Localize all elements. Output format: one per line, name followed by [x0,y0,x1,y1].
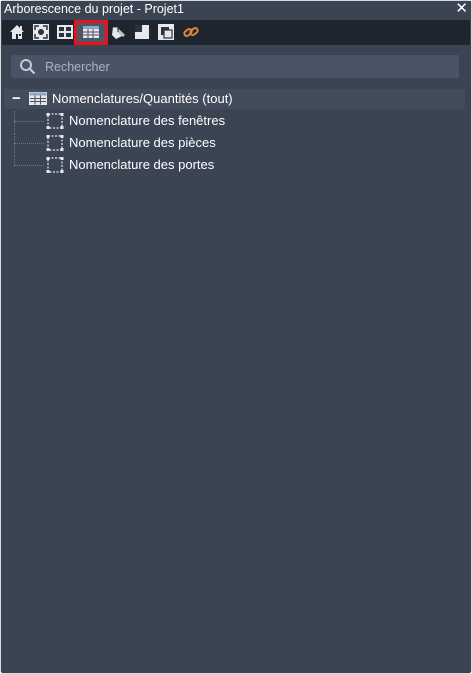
close-icon[interactable]: ✕ [455,0,468,18]
schedule-item-icon [46,135,64,151]
tree-item-rooms-schedule[interactable]: Nomenclature des pièces [1,133,461,153]
collapse-toggle[interactable]: − [12,90,21,107]
group-icon[interactable] [157,23,175,41]
eraser-icon[interactable] [110,23,128,41]
search-bar[interactable] [11,55,459,78]
tree-item-windows-schedule[interactable]: Nomenclature des fenêtres [1,111,461,131]
home-icon[interactable] [8,23,26,41]
search-icon [20,59,36,75]
search-input[interactable] [45,57,445,76]
schedule-item-icon [46,157,64,173]
tree-guide [14,143,44,144]
tree-item-label: Nomenclature des portes [69,157,215,172]
link-icon[interactable] [182,23,200,41]
layout-grid-icon[interactable] [56,23,74,41]
tree-item-label: Nomenclature des fenêtres [69,113,226,128]
schedule-table-icon[interactable] [82,23,100,41]
tree-guide [14,121,44,122]
tree-item-doors-schedule[interactable]: Nomenclature des portes [1,155,461,175]
project-browser-panel: Arborescence du projet - Projet1 ✕ Reche… [0,0,472,674]
tree-item-label: Nomenclature des pièces [69,135,216,150]
tree-root-schedules[interactable]: − Nomenclatures/Quantités (tout) [4,89,465,109]
focus-frame-icon[interactable] [32,23,50,41]
toolbar [2,20,470,45]
tree-root-label: Nomenclatures/Quantités (tout) [52,91,233,106]
table-icon [29,92,47,105]
tree-guide [14,165,44,166]
sheet-corner-icon[interactable] [133,23,151,41]
schedule-item-icon [46,113,64,129]
title-bar[interactable]: Arborescence du projet - Projet1 ✕ [1,0,471,19]
panel-title: Arborescence du projet - Projet1 [4,2,184,16]
